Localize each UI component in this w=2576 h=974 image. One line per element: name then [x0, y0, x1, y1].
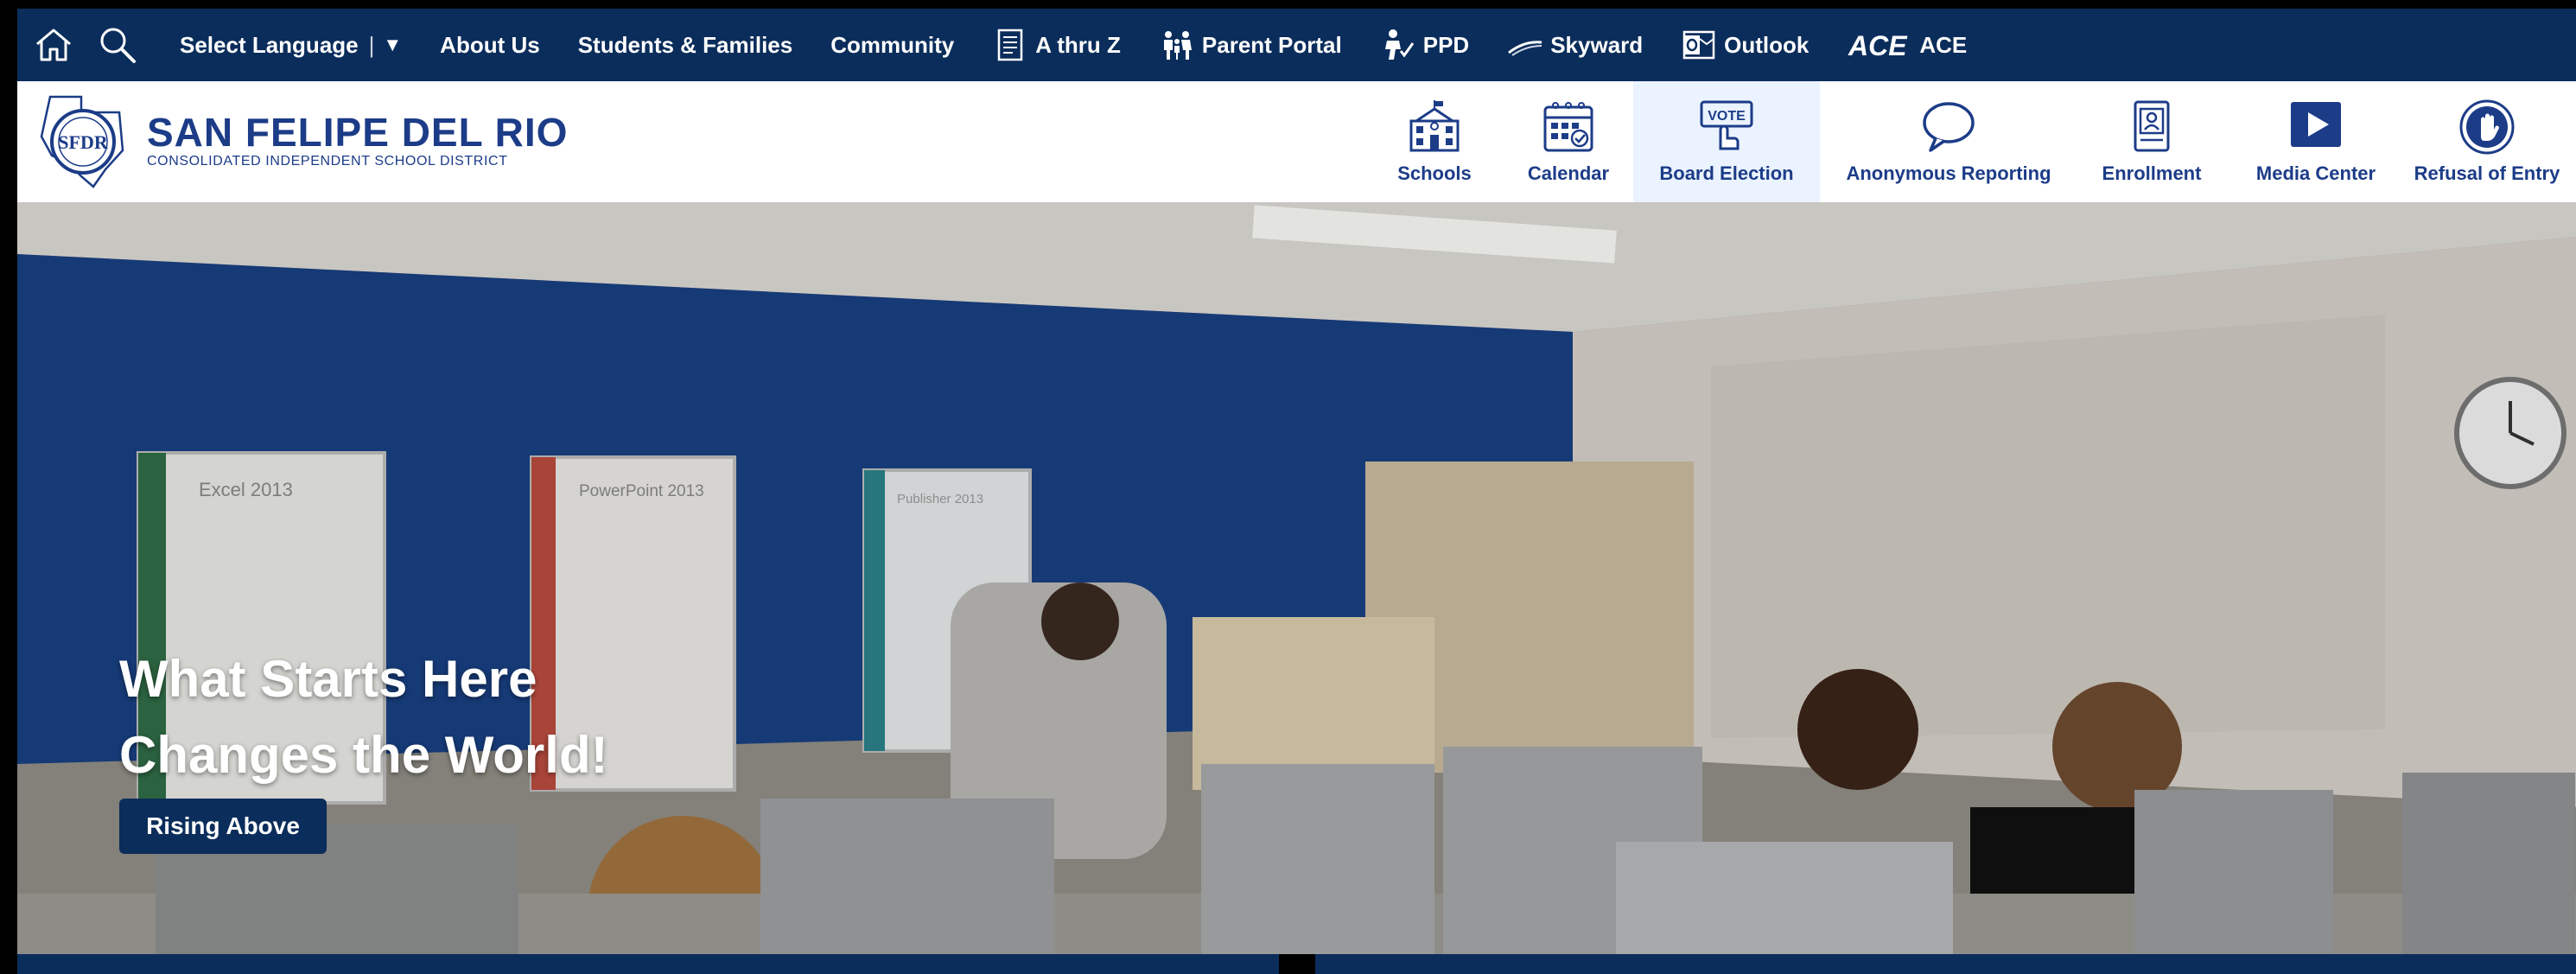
nav-about-us[interactable]: About Us [440, 32, 540, 59]
bottom-banner-strip [17, 954, 2576, 974]
hero-headline-line-1: What Starts Here [119, 650, 537, 708]
search-button[interactable] [93, 21, 142, 69]
speech-bubble-icon [1923, 102, 1975, 152]
home-icon [36, 29, 71, 61]
quicklink-media-center-label: Media Center [2255, 162, 2376, 184]
nav-students-families-label: Students & Families [577, 31, 793, 58]
person-check-icon [1380, 27, 1416, 63]
quicklink-board-election-label: Board Election [1659, 162, 1794, 184]
nav-parent-portal-label: Parent Portal [1201, 31, 1342, 58]
select-language-dropdown[interactable]: Select Language | ▼ [180, 32, 402, 59]
quicklink-enrollment-label: Enrollment [2102, 162, 2202, 184]
quicklink-enrollment[interactable]: Enrollment [2083, 81, 2221, 202]
vote-icon: VOTE [1700, 100, 1753, 150]
nav-a-thru-z[interactable]: A thru Z [992, 27, 1121, 63]
language-separator: | [368, 31, 375, 58]
quicklink-schools-label: Schools [1397, 162, 1472, 184]
vote-text: VOTE [1708, 109, 1746, 124]
list-document-icon [992, 27, 1028, 63]
top-navigation-bar: Select Language | ▼ About Us Students & … [17, 9, 2576, 81]
site-header: SFDR SAN FELIPE DEL RIO CONSOLIDATED IND… [17, 81, 2576, 202]
nav-about-us-label: About Us [440, 31, 540, 58]
family-icon [1159, 27, 1195, 63]
quicklink-board-election[interactable]: VOTE Board Election [1633, 81, 1820, 202]
outlook-icon [1681, 27, 1717, 63]
quicklink-schools[interactable]: Schools [1370, 81, 1499, 202]
district-name: SAN FELIPE DEL RIO [147, 110, 569, 155]
quicklink-anonymous-reporting[interactable]: Anonymous Reporting [1832, 81, 2065, 202]
ace-logo-icon: ACE [1847, 27, 1912, 63]
search-icon [100, 28, 136, 63]
nav-a-thru-z-label: A thru Z [1035, 31, 1121, 58]
hand-stop-icon [2459, 99, 2515, 155]
district-logo[interactable]: SFDR SAN FELIPE DEL RIO CONSOLIDATED IND… [33, 90, 568, 192]
nav-ace-label: ACE [1919, 31, 1968, 58]
nav-community-label: Community [830, 31, 955, 58]
select-language-label: Select Language [180, 31, 359, 58]
district-subtitle: CONSOLIDATED INDEPENDENT SCHOOL DISTRICT [147, 154, 508, 169]
district-seal-icon: SFDR [40, 95, 124, 188]
nav-ace[interactable]: ACE ACE [1847, 27, 1967, 63]
svg-text:ACE: ACE [1848, 30, 1908, 61]
nav-community[interactable]: Community [830, 32, 954, 59]
hero-headline-line-2: Changes the World! [119, 726, 608, 784]
rising-above-button[interactable]: Rising Above [119, 799, 327, 854]
swoosh-icon [1507, 27, 1543, 63]
quicklink-anonymous-reporting-label: Anonymous Reporting [1846, 162, 2051, 184]
chevron-down-icon: ▼ [383, 34, 403, 55]
page-frame: Select Language | ▼ About Us Students & … [17, 9, 2576, 974]
nav-outlook-label: Outlook [1724, 31, 1810, 58]
calendar-icon [1543, 102, 1593, 152]
seal-text: SFDR [58, 131, 109, 153]
hero-banner: Excel 2013 PowerPoint 2013 Publisher 201… [17, 202, 2576, 954]
quicklink-calendar-label: Calendar [1527, 162, 1610, 184]
hero-headline: What Starts Here Changes the World! [119, 641, 608, 793]
quicklink-calendar[interactable]: Calendar [1504, 81, 1633, 202]
quicklink-refusal-of-entry-label: Refusal of Entry [2414, 162, 2560, 184]
classroom-photo: Excel 2013 PowerPoint 2013 Publisher 201… [17, 202, 2576, 954]
nav-parent-portal[interactable]: Parent Portal [1159, 27, 1342, 63]
nav-skyward-label: Skyward [1550, 31, 1644, 58]
play-icon [2291, 102, 2341, 147]
nav-students-families[interactable]: Students & Families [578, 32, 793, 59]
nav-skyward[interactable]: Skyward [1507, 27, 1643, 63]
school-building-icon [1409, 100, 1460, 152]
bottom-strip-right [1315, 954, 2576, 974]
quicklink-refusal-of-entry[interactable]: Refusal of Entry [2401, 81, 2573, 202]
nav-outlook[interactable]: Outlook [1681, 27, 1809, 63]
enrollment-document-icon [2134, 100, 2170, 152]
nav-ppd-label: PPD [1422, 31, 1470, 58]
home-button[interactable] [29, 21, 78, 69]
quicklink-media-center[interactable]: Media Center [2238, 81, 2394, 202]
bottom-strip-left [17, 954, 1279, 974]
nav-ppd[interactable]: PPD [1380, 27, 1469, 63]
